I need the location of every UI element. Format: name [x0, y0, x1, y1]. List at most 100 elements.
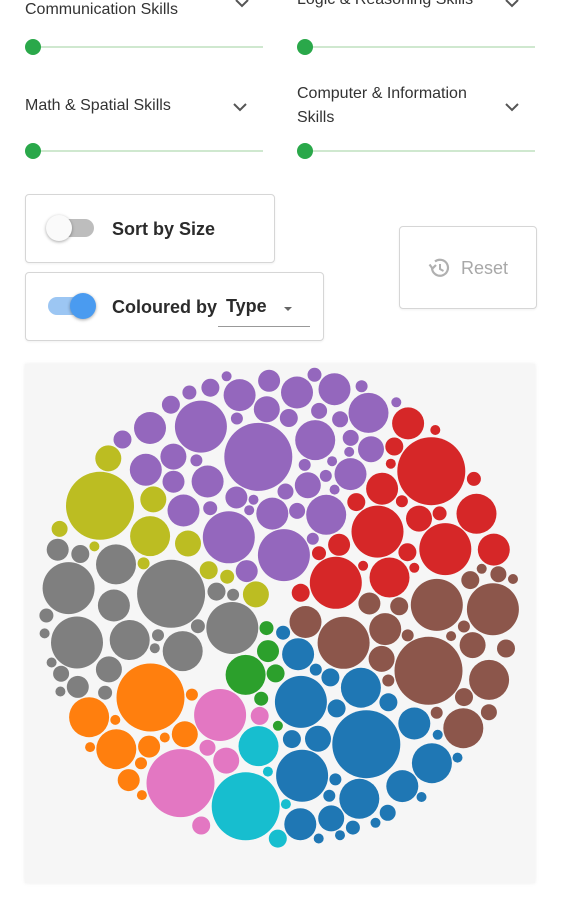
bubble[interactable]: [466, 471, 481, 486]
bubble[interactable]: [116, 663, 185, 732]
bubble[interactable]: [224, 422, 293, 491]
bubble[interactable]: [327, 699, 346, 718]
bubble[interactable]: [220, 569, 235, 584]
bubble[interactable]: [339, 778, 380, 819]
bubble[interactable]: [66, 675, 89, 698]
bubble[interactable]: [305, 725, 331, 752]
bubble[interactable]: [174, 400, 227, 453]
bubble[interactable]: [225, 486, 248, 509]
bubble[interactable]: [456, 493, 497, 534]
bubble[interactable]: [318, 805, 345, 832]
bubble[interactable]: [167, 494, 200, 527]
colour-type-select[interactable]: Type: [218, 293, 310, 327]
bubble[interactable]: [329, 484, 340, 495]
bubble[interactable]: [390, 597, 409, 616]
bubble[interactable]: [199, 739, 216, 756]
bubble[interactable]: [332, 411, 349, 428]
chevron-down-icon[interactable]: [503, 98, 521, 116]
bubble[interactable]: [298, 458, 311, 471]
bubble[interactable]: [46, 538, 69, 561]
bubble[interactable]: [149, 643, 160, 654]
bubble[interactable]: [459, 632, 486, 659]
computer-slider[interactable]: [297, 143, 535, 159]
switch-track[interactable]: [48, 293, 96, 319]
bubble[interactable]: [201, 378, 220, 397]
switch-thumb[interactable]: [70, 293, 96, 319]
bubble[interactable]: [317, 616, 370, 669]
bubble[interactable]: [276, 625, 291, 640]
bubble[interactable]: [160, 443, 187, 470]
bubble[interactable]: [309, 663, 322, 676]
bubble[interactable]: [39, 608, 54, 623]
communication-slider[interactable]: [25, 39, 263, 55]
bubble[interactable]: [392, 407, 425, 440]
bubble[interactable]: [313, 833, 324, 844]
bubble[interactable]: [497, 639, 515, 658]
bubble[interactable]: [410, 578, 463, 631]
bubble[interactable]: [306, 532, 319, 545]
bubble[interactable]: [416, 792, 427, 802]
bubble[interactable]: [311, 402, 328, 419]
bubble[interactable]: [366, 472, 399, 505]
bubble[interactable]: [227, 588, 240, 601]
bubble[interactable]: [161, 395, 180, 414]
bubble[interactable]: [279, 409, 298, 427]
bubble[interactable]: [385, 458, 396, 469]
bubble[interactable]: [46, 657, 57, 668]
bubble[interactable]: [282, 730, 301, 749]
bubble[interactable]: [98, 685, 113, 700]
bubble[interactable]: [321, 668, 340, 687]
bubble[interactable]: [329, 773, 342, 786]
bubble[interactable]: [368, 645, 395, 672]
bubble[interactable]: [223, 379, 256, 412]
bubble[interactable]: [385, 437, 404, 456]
bubble[interactable]: [432, 729, 443, 740]
bubble[interactable]: [137, 559, 206, 628]
bubble[interactable]: [490, 566, 507, 583]
bubble[interactable]: [235, 560, 258, 583]
bubble[interactable]: [419, 523, 472, 576]
bubble[interactable]: [379, 693, 398, 712]
bubble[interactable]: [230, 412, 243, 425]
bubble[interactable]: [259, 621, 274, 636]
bubble[interactable]: [508, 574, 518, 584]
chevron-down-icon[interactable]: [231, 98, 249, 116]
bubble[interactable]: [96, 729, 137, 770]
bubble[interactable]: [348, 392, 389, 433]
bubble[interactable]: [345, 820, 360, 835]
bubble[interactable]: [190, 619, 205, 634]
bubble[interactable]: [295, 420, 336, 461]
bubble[interactable]: [146, 749, 215, 818]
bubble[interactable]: [213, 747, 240, 774]
bubble[interactable]: [194, 689, 247, 741]
bubble[interactable]: [432, 506, 447, 521]
bubble[interactable]: [129, 453, 162, 486]
slider-thumb[interactable]: [25, 39, 41, 55]
chevron-down-icon[interactable]: [233, 0, 251, 12]
bubble[interactable]: [344, 446, 355, 457]
sort-by-size-toggle[interactable]: Sort by Size: [25, 194, 275, 263]
bubble[interactable]: [268, 829, 287, 848]
bubble[interactable]: [53, 665, 70, 682]
slider-thumb[interactable]: [297, 143, 313, 159]
bubble[interactable]: [294, 472, 321, 499]
bubble[interactable]: [257, 640, 279, 663]
bubble[interactable]: [274, 675, 327, 728]
coloured-by-toggle[interactable]: Coloured by Type: [25, 272, 324, 341]
bubble[interactable]: [386, 770, 419, 803]
bubble[interactable]: [138, 735, 161, 758]
bubble[interactable]: [66, 471, 134, 540]
bubble[interactable]: [340, 667, 381, 708]
bubble[interactable]: [284, 808, 317, 841]
bubble[interactable]: [430, 706, 443, 719]
bubble[interactable]: [95, 445, 122, 472]
bubble[interactable]: [262, 766, 273, 777]
bubble[interactable]: [480, 704, 497, 721]
bubble[interactable]: [244, 505, 255, 516]
slider-thumb[interactable]: [297, 39, 313, 55]
bubble[interactable]: [335, 830, 345, 841]
bubble[interactable]: [282, 638, 315, 671]
bubble[interactable]: [395, 495, 408, 508]
bubble[interactable]: [327, 456, 338, 467]
bubble[interactable]: [191, 465, 224, 498]
